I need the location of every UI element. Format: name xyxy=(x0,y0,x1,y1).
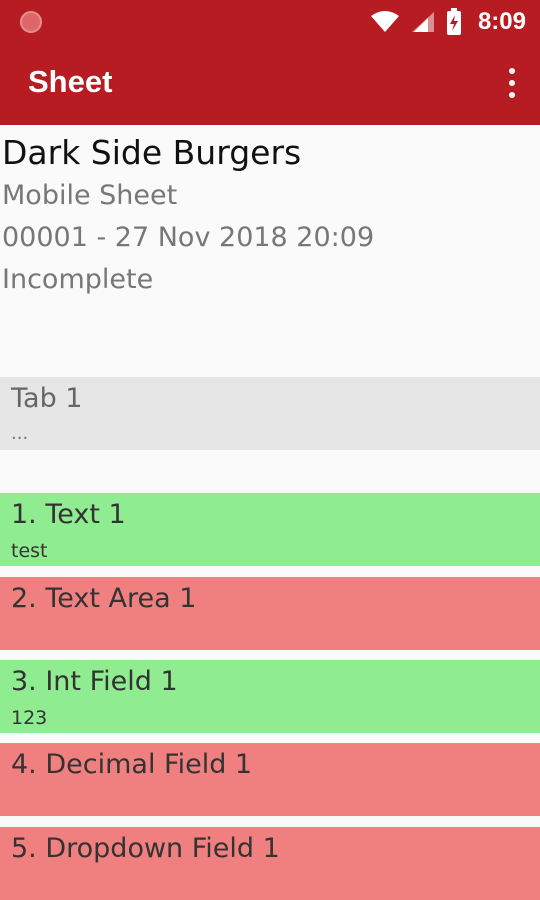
field-label: 3. Int Field 1 xyxy=(11,666,178,697)
field-dropdown-1[interactable]: 5. Dropdown Field 1 xyxy=(0,827,540,900)
app-title: Sheet xyxy=(28,64,113,99)
field-label: 5. Dropdown Field 1 xyxy=(11,833,280,864)
tab-subtitle: ... xyxy=(11,423,29,444)
field-text-1[interactable]: 1. Text 1 test xyxy=(0,493,540,566)
field-text-area-1[interactable]: 2. Text Area 1 xyxy=(0,577,540,650)
field-label: 4. Decimal Field 1 xyxy=(11,749,253,780)
field-value: 123 xyxy=(11,707,48,729)
app-bar: Sheet xyxy=(0,44,540,125)
sheet-type: Mobile Sheet xyxy=(2,180,178,211)
battery-icon xyxy=(446,8,461,35)
overflow-menu-icon[interactable] xyxy=(506,68,518,102)
status-time: 8:09 xyxy=(477,8,526,35)
status-bar: 8:09 xyxy=(0,0,540,44)
notification-dot-icon xyxy=(20,11,42,33)
cell-signal-icon xyxy=(411,12,434,32)
field-decimal-1[interactable]: 4. Decimal Field 1 xyxy=(0,743,540,816)
field-label: 2. Text Area 1 xyxy=(11,583,197,614)
field-value: test xyxy=(11,540,48,562)
company-name: Dark Side Burgers xyxy=(2,133,302,172)
field-label: 1. Text 1 xyxy=(11,499,126,530)
tab-title: Tab 1 xyxy=(11,383,83,414)
sheet-header: Dark Side Burgers Mobile Sheet 00001 - 2… xyxy=(0,125,540,375)
tab-1[interactable]: Tab 1 ... xyxy=(0,377,540,450)
sheet-status: Incomplete xyxy=(2,264,154,295)
status-icons: 8:09 xyxy=(370,6,526,38)
sheet-code-date: 00001 - 27 Nov 2018 20:09 xyxy=(2,222,375,253)
field-int-1[interactable]: 3. Int Field 1 123 xyxy=(0,660,540,733)
wifi-icon xyxy=(370,11,399,32)
